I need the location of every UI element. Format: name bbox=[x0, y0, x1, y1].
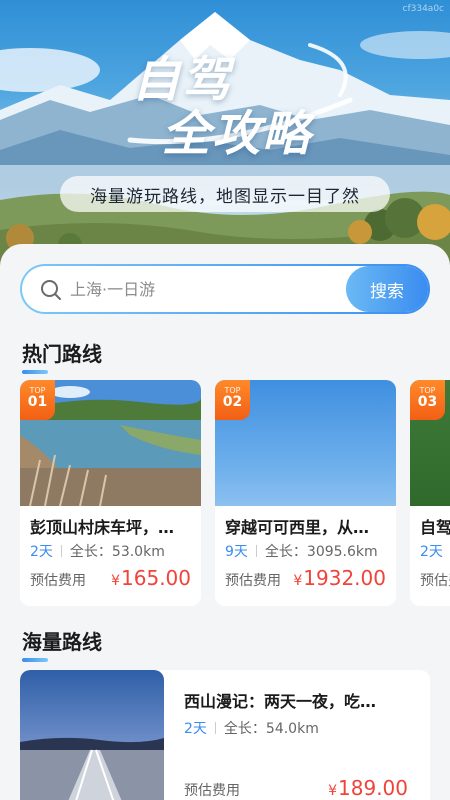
route-price: ¥1932.00 bbox=[293, 566, 386, 590]
mass-routes-title: 海量路线 bbox=[22, 630, 102, 654]
route-length: 全长：54.0km bbox=[223, 721, 319, 737]
route-meta: 2天 全长：54.0km bbox=[184, 718, 319, 738]
hot-routes-title: 热门路线 bbox=[22, 342, 102, 366]
route-meta: 2天 全长：53.0km bbox=[30, 541, 165, 561]
section-underline bbox=[22, 658, 48, 662]
build-code: cf334a0c bbox=[402, 4, 444, 14]
search-bar[interactable]: 搜索 bbox=[20, 264, 430, 314]
cost-label: 预估费用 bbox=[30, 573, 86, 589]
route-name: 西山漫记：两天一夜，吃… bbox=[184, 692, 377, 711]
route-days: 2天 bbox=[184, 721, 207, 737]
hero-title-art: 自驾 全攻略 bbox=[110, 40, 370, 170]
search-icon bbox=[41, 280, 61, 300]
route-name: 彭顶山村床车坪，… bbox=[30, 518, 175, 537]
hot-route-card[interactable]: TOP 03 自驾… 2天 预估费用 bbox=[410, 380, 450, 606]
route-length: 全长：53.0km bbox=[69, 544, 165, 560]
route-name: 自驾… bbox=[420, 518, 450, 537]
route-meta: 9天 全长：3095.6km bbox=[225, 541, 378, 561]
search-button[interactable]: 搜索 bbox=[346, 266, 428, 312]
cost-label: 预估费用 bbox=[420, 573, 450, 589]
route-days: 9天 bbox=[225, 544, 248, 560]
mass-routes-heading: 海量路线 bbox=[22, 626, 102, 662]
rank-badge: TOP 03 bbox=[410, 380, 445, 420]
hot-routes-heading: 热门路线 bbox=[22, 338, 102, 374]
hero-title-line2: 全攻略 bbox=[162, 106, 313, 162]
cost-label: 预估费用 bbox=[184, 783, 240, 799]
mass-route-card[interactable]: 西山漫记：两天一夜，吃… 2天 全长：54.0km 预估费用 ¥189.00 bbox=[20, 670, 430, 800]
cost-label: 预估费用 bbox=[225, 573, 281, 589]
content-sheet: 搜索 热门路线 TOP 01 bbox=[0, 244, 450, 800]
route-image bbox=[20, 670, 164, 800]
route-name: 穿越可可西里，从… bbox=[225, 518, 370, 537]
hot-route-card[interactable]: TOP 01 彭顶山村床车坪，… 2天 全长：53.0km 预估费用 ¥165.0… bbox=[20, 380, 201, 606]
hot-route-card[interactable]: TOP 02 穿越可可西里，从… 9天 全长：3095.6km 预估费用 ¥193… bbox=[215, 380, 396, 606]
hero-subtitle: 海量游玩路线，地图显示一目了然 bbox=[60, 176, 390, 212]
hot-routes-list[interactable]: TOP 01 彭顶山村床车坪，… 2天 全长：53.0km 预估费用 ¥165.0… bbox=[20, 380, 450, 606]
route-price: ¥189.00 bbox=[328, 776, 408, 800]
section-underline bbox=[22, 370, 48, 374]
route-days: 2天 bbox=[30, 544, 53, 560]
route-length: 全长：3095.6km bbox=[264, 544, 378, 560]
route-days: 2天 bbox=[420, 544, 443, 560]
search-input[interactable] bbox=[70, 266, 340, 312]
rank-badge: TOP 02 bbox=[215, 380, 250, 420]
route-meta: 2天 bbox=[420, 541, 443, 561]
route-price: ¥165.00 bbox=[111, 566, 191, 590]
rank-badge: TOP 01 bbox=[20, 380, 55, 420]
